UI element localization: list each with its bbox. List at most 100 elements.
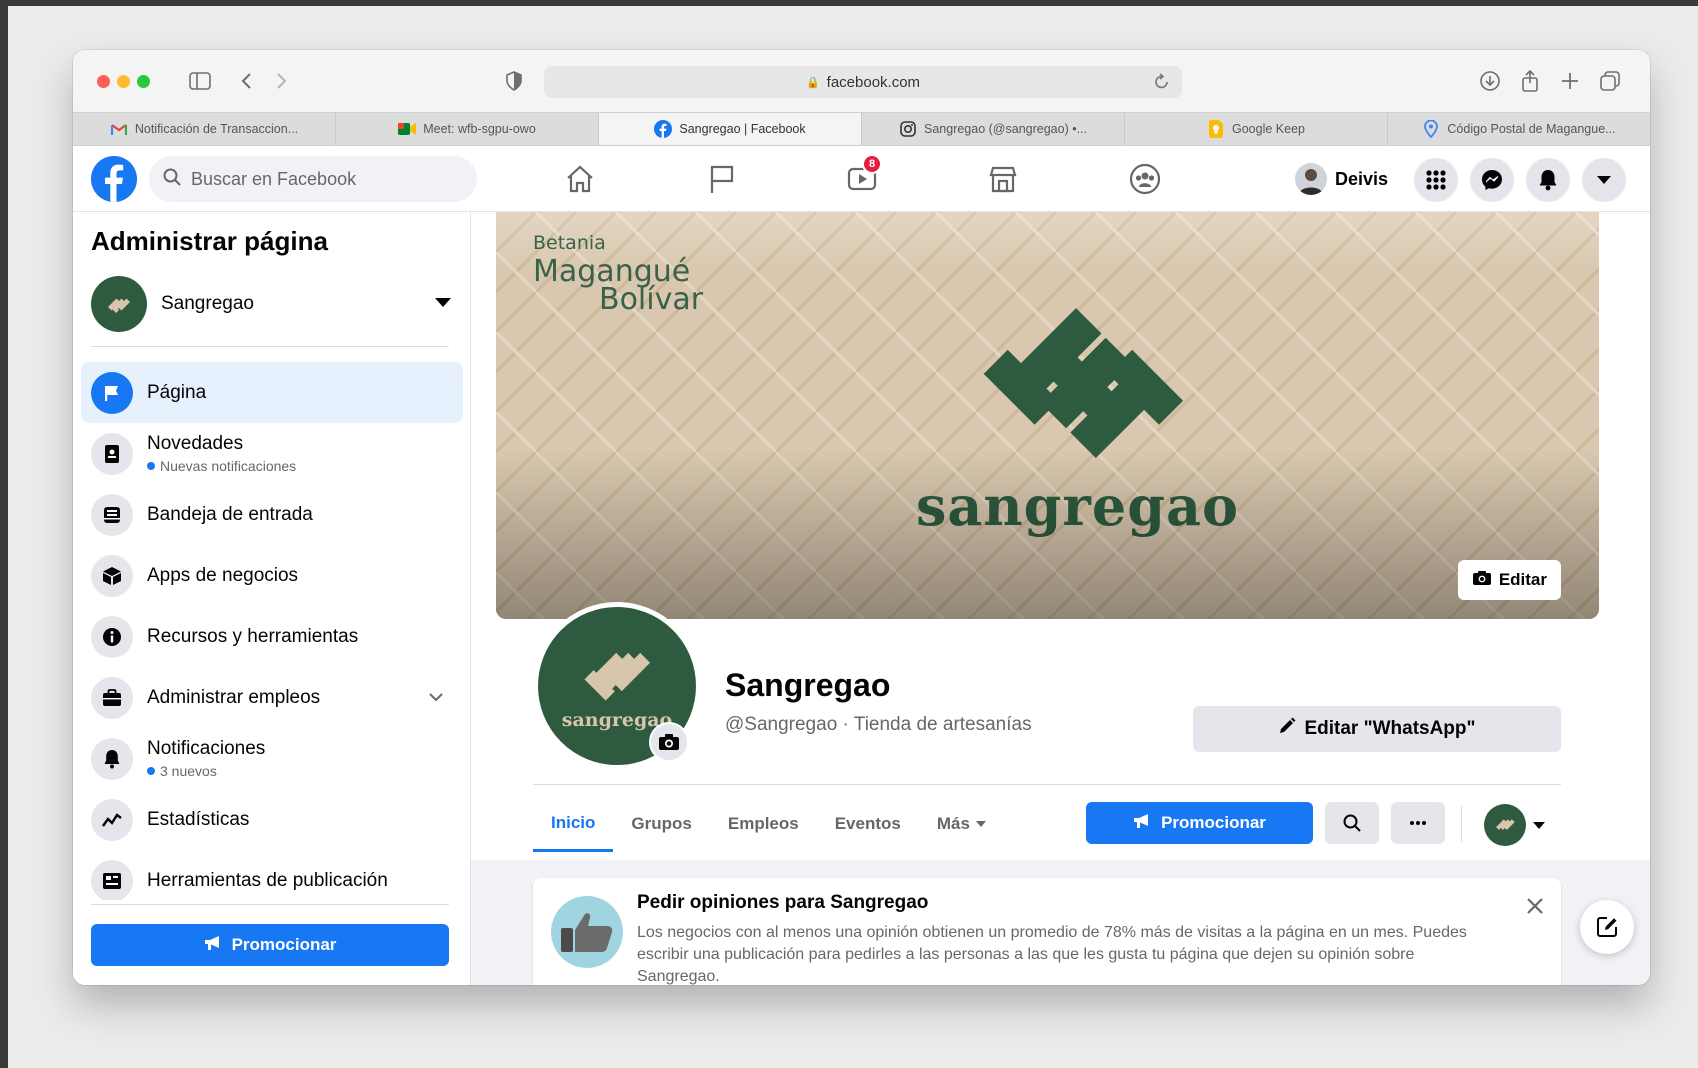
inbox-icon	[91, 493, 133, 536]
nav-marketplace[interactable]	[981, 158, 1025, 200]
back-icon[interactable]	[233, 68, 259, 94]
page-avatar	[91, 276, 147, 332]
thumbs-up-illustration	[551, 896, 623, 968]
ask-reviews-card: Pedir opiniones para Sangregao Los negoc…	[533, 878, 1561, 985]
info-icon	[91, 615, 133, 658]
sidebar-item-empleos[interactable]: Administrar empleos	[81, 667, 463, 728]
tab-codigo-postal[interactable]: Código Postal de Magangue...	[1388, 113, 1650, 145]
search-page-button[interactable]	[1325, 802, 1379, 844]
share-icon[interactable]	[1517, 68, 1543, 94]
tab-facebook[interactable]: Sangregao | Facebook	[599, 113, 862, 145]
divider	[533, 784, 1561, 785]
sublabel-text: Nuevas notificaciones	[160, 458, 297, 474]
profile-shortcut[interactable]: Deivis	[1295, 160, 1388, 198]
account-menu-button[interactable]	[1582, 158, 1626, 202]
downloads-icon[interactable]	[1477, 68, 1503, 94]
tab-label: Eventos	[834, 814, 901, 833]
sidebar-promote-button[interactable]: Promocionar	[91, 924, 449, 966]
tab-eventos[interactable]: Eventos	[817, 796, 919, 852]
tab-label: Notificación de Transaccion...	[134, 122, 299, 136]
publishing-icon	[91, 859, 133, 900]
tab-instagram[interactable]: Sangregao (@sangregao) •...	[862, 113, 1125, 145]
search-icon	[163, 168, 181, 191]
forward-icon[interactable]	[269, 68, 295, 94]
privacy-shield-icon[interactable]	[501, 68, 527, 94]
cover-photo[interactable]: Betania Magangué Bolívar sangregao	[496, 212, 1599, 619]
sidebar-item-recursos[interactable]: Recursos y herramientas	[81, 606, 463, 667]
camera-icon	[1472, 570, 1492, 591]
tab-overview-icon[interactable]	[1597, 68, 1623, 94]
nav-pages[interactable]	[700, 158, 744, 200]
edit-cover-label: Editar	[1498, 570, 1547, 589]
close-icon[interactable]	[1525, 896, 1545, 921]
address-bar[interactable]: 🔒 facebook.com	[544, 66, 1182, 98]
search-placeholder: Buscar en Facebook	[191, 168, 357, 189]
close-window-button[interactable]	[97, 75, 110, 88]
tab-inicio[interactable]: Inicio	[533, 796, 614, 852]
cover-shadow	[496, 449, 1599, 619]
tab-label: Empleos	[727, 814, 799, 833]
sidebar-item-pagina[interactable]: Página	[81, 362, 463, 423]
sidebar-item-label: Apps de negocios	[147, 564, 299, 586]
chevron-down-icon[interactable]	[429, 689, 443, 707]
reload-icon[interactable]	[1154, 72, 1170, 94]
brand-logo-mark	[983, 308, 1184, 459]
sidebar-toggle-icon[interactable]	[187, 68, 213, 94]
new-tab-icon[interactable]	[1557, 68, 1583, 94]
minimize-window-button[interactable]	[117, 75, 130, 88]
page-main: Betania Magangué Bolívar sangregao	[471, 212, 1650, 985]
tab-empleos[interactable]: Empleos	[710, 796, 817, 852]
facebook-logo[interactable]	[91, 156, 137, 202]
tab-meet[interactable]: Meet: wfb-sgpu-owo	[336, 113, 599, 145]
nav-home[interactable]	[558, 158, 602, 200]
tab-grupos[interactable]: Grupos	[613, 796, 709, 852]
pencil-icon	[1278, 717, 1296, 741]
search-input[interactable]: Buscar en Facebook	[149, 156, 477, 202]
unread-dot	[147, 462, 155, 470]
sidebar-item-notificaciones[interactable]: Notificaciones 3 nuevos	[81, 728, 463, 789]
nav-watch[interactable]: 8	[840, 154, 884, 200]
tab-mas[interactable]: Más	[919, 796, 1004, 852]
messenger-button[interactable]	[1470, 158, 1514, 202]
nav-groups[interactable]	[1123, 158, 1167, 200]
menu-button[interactable]	[1414, 158, 1458, 202]
compose-icon	[1597, 917, 1617, 937]
promote-button[interactable]: Promocionar	[1086, 802, 1313, 844]
sidebar-item-estadisticas[interactable]: Estadísticas	[81, 789, 463, 850]
caret-down-icon[interactable]	[1533, 822, 1545, 829]
tab-label: Inicio	[551, 812, 596, 832]
acting-as-avatar[interactable]	[1484, 804, 1526, 846]
tab-gmail[interactable]: Notificación de Transaccion...	[73, 113, 336, 145]
keep-icon	[1207, 120, 1225, 138]
sidebar-item-label: Bandeja de entrada	[147, 503, 313, 525]
lock-icon: 🔒	[805, 76, 820, 89]
compose-message-button[interactable]	[1580, 900, 1634, 954]
edit-whatsapp-label: Editar "WhatsApp"	[1304, 718, 1476, 739]
sidebar-item-bandeja[interactable]: Bandeja de entrada	[81, 484, 463, 545]
divider	[91, 904, 449, 905]
tab-label: Meet: wfb-sgpu-owo	[423, 122, 536, 136]
meet-icon	[398, 120, 417, 138]
notifications-button[interactable]	[1526, 158, 1570, 202]
avatar	[1295, 163, 1327, 195]
url-text: facebook.com	[826, 73, 921, 91]
gmail-icon	[110, 120, 128, 138]
groups-icon	[1129, 163, 1161, 195]
search-icon	[1343, 814, 1361, 832]
more-options-button[interactable]	[1391, 802, 1445, 844]
edit-cover-button[interactable]: Editar	[1457, 560, 1561, 600]
zoom-window-button[interactable]	[137, 75, 150, 88]
page-name: Sangregao	[161, 293, 254, 314]
update-profile-picture-button[interactable]	[649, 722, 689, 762]
sidebar-item-apps[interactable]: Apps de negocios	[81, 545, 463, 606]
divider	[1461, 806, 1462, 842]
sidebar-item-label: Notificaciones	[147, 738, 266, 759]
page-switcher[interactable]: Sangregao	[91, 274, 461, 334]
sidebar-item-herramientas[interactable]: Herramientas de publicación	[81, 850, 463, 900]
messenger-icon	[1482, 170, 1502, 190]
card-body: Los negocios con al menos una opinión ob…	[637, 924, 1467, 985]
sidebar-item-novedades[interactable]: Novedades Nuevas notificaciones	[81, 423, 463, 484]
card-title: Pedir opiniones para Sangregao	[637, 892, 929, 913]
edit-whatsapp-button[interactable]: Editar "WhatsApp"	[1193, 706, 1561, 752]
tab-google-keep[interactable]: Google Keep	[1125, 113, 1388, 145]
